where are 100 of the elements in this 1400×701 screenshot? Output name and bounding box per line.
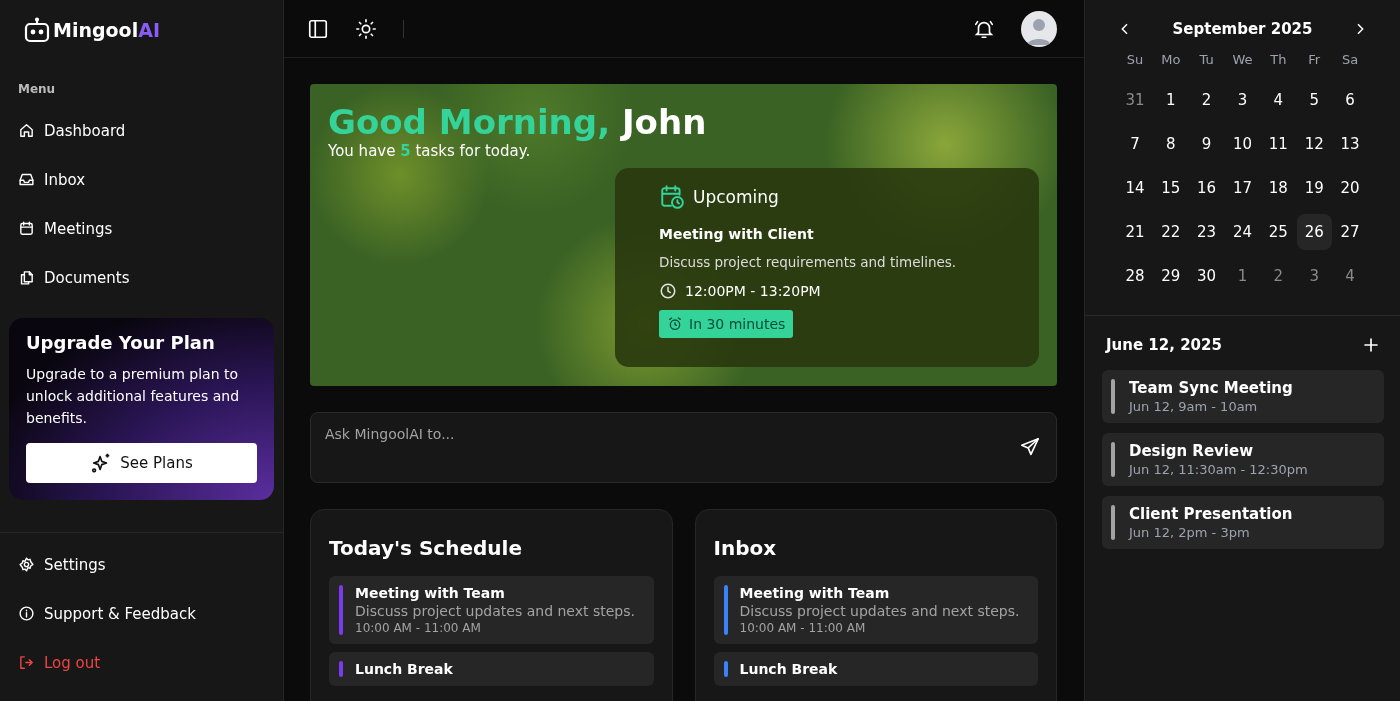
nav-item[interactable]: Documents	[0, 253, 283, 302]
ask-field[interactable]: Ask MingoolAI to...	[310, 412, 1057, 483]
event-time: Jun 12, 11:30am - 12:30pm	[1129, 462, 1308, 477]
panel-title: Today's Schedule	[329, 536, 523, 560]
event-card[interactable]: Meeting with Team Discuss project updates and next steps. 10:00 AM - 11:00 AM	[713, 576, 1038, 644]
meeting-time: 12:00PM - 13:20PM	[685, 283, 821, 299]
calendar-day[interactable]: 4	[1260, 82, 1296, 118]
info-icon	[18, 605, 35, 622]
agenda-date: June 12, 2025	[1106, 336, 1222, 354]
event-time: Jun 12, 9am - 10am	[1129, 399, 1259, 414]
home-icon	[18, 122, 35, 139]
event-title: Client Presentation	[1129, 505, 1293, 523]
panel-title: Inbox	[713, 536, 778, 560]
add-icon[interactable]	[1362, 336, 1380, 354]
upcoming-heading: Upcoming	[693, 187, 779, 207]
logout-icon	[18, 654, 35, 671]
calendar-day[interactable]: 3	[1225, 82, 1260, 118]
calendar-clock-icon	[659, 184, 685, 210]
calendar-day[interactable]: 4	[1332, 258, 1368, 294]
event-description: Discuss project updates and next steps.	[739, 603, 1020, 619]
calendar-day[interactable]: 20	[1332, 170, 1368, 206]
calendar-day[interactable]: 2	[1260, 258, 1296, 294]
menu-label: Menu	[17, 81, 57, 98]
calendar-day[interactable]: 9	[1189, 126, 1225, 162]
nav-item[interactable]: Settings	[0, 540, 283, 589]
calendar-day[interactable]: 16	[1189, 170, 1225, 206]
calendar-day[interactable]: 8	[1153, 126, 1189, 162]
calendar-day[interactable]: 12	[1296, 126, 1332, 162]
agenda-event[interactable]: Client Presentation Jun 12, 2pm - 3pm	[1102, 496, 1384, 549]
send-icon[interactable]	[1019, 436, 1041, 458]
event-time: 10:00 AM - 11:00 AM	[739, 621, 867, 635]
calendar-day[interactable]: 10	[1225, 126, 1260, 162]
calendar-day[interactable]: 29	[1153, 258, 1189, 294]
avatar[interactable]	[1021, 10, 1057, 47]
see-plans-button[interactable]: See Plans	[26, 443, 257, 483]
sun-icon[interactable]	[355, 17, 377, 40]
calendar-day[interactable]: 2	[1189, 82, 1225, 118]
calendar-day[interactable]: 1	[1153, 82, 1189, 118]
weekday-label: Th	[1270, 52, 1287, 69]
event-card[interactable]: Lunch Break	[713, 652, 1038, 686]
tasks-summary: You have 5 tasks for today.	[328, 142, 532, 160]
calendar-day[interactable]: 14	[1117, 170, 1153, 206]
logo-text: MingoolAI	[53, 19, 160, 41]
event-time: 10:00 AM - 11:00 AM	[355, 621, 482, 635]
event-time: Jun 12, 2pm - 3pm	[1129, 525, 1251, 540]
calendar-day[interactable]: 30	[1189, 258, 1225, 294]
settings-icon	[18, 556, 35, 573]
event-card[interactable]: Lunch Break	[329, 652, 654, 686]
event-card[interactable]: Meeting with Team Discuss project updates and next steps. 10:00 AM - 11:00 AM	[329, 576, 654, 644]
event-title: Meeting with Team	[739, 585, 891, 601]
nav-item[interactable]: Support & Feedback	[0, 589, 283, 638]
calendar-day[interactable]: 19	[1296, 170, 1332, 206]
weekday-label: Sa	[1341, 52, 1359, 69]
calendar-day[interactable]: 13	[1332, 126, 1368, 162]
nav-item[interactable]: Dashboard	[0, 106, 283, 155]
clock-icon	[659, 282, 677, 300]
robot-icon	[24, 17, 50, 43]
countdown-badge: In 30 minutes	[659, 310, 794, 338]
logout-link[interactable]: Log out	[0, 638, 283, 687]
alarm-clock-icon	[667, 316, 683, 332]
calendar-day[interactable]: 7	[1117, 126, 1153, 162]
weekday-label: We	[1232, 52, 1253, 69]
nav-item[interactable]: Meetings	[0, 204, 283, 253]
calendar-day[interactable]: 31	[1117, 82, 1153, 118]
calendar-day[interactable]: 3	[1296, 258, 1332, 294]
upgrade-title: Upgrade Your Plan	[26, 332, 216, 353]
event-title: Meeting with Team	[355, 585, 506, 601]
calendar-day[interactable]: 26	[1296, 214, 1332, 250]
calendar-day[interactable]: 1	[1225, 258, 1260, 294]
calendar-day[interactable]: 15	[1153, 170, 1189, 206]
calendar-icon	[18, 220, 35, 237]
month-title: September 2025	[1172, 20, 1313, 38]
sidebar-toggle-icon[interactable]	[307, 17, 329, 40]
weekday-label: Tu	[1199, 52, 1214, 69]
calendar-day[interactable]: 17	[1225, 170, 1260, 206]
calendar-day[interactable]: 18	[1260, 170, 1296, 206]
agenda-event[interactable]: Design Review Jun 12, 11:30am - 12:30pm	[1102, 433, 1384, 486]
calendar-day[interactable]: 23	[1189, 214, 1225, 250]
calendar-day[interactable]: 25	[1260, 214, 1296, 250]
calendar-day[interactable]: 6	[1332, 82, 1368, 118]
calendar-day[interactable]: 28	[1117, 258, 1153, 294]
calendar-day[interactable]: 27	[1332, 214, 1368, 250]
calendar-day[interactable]: 24	[1225, 214, 1260, 250]
upgrade-text: Upgrade to a premium plan to unlock additional features and benefits.	[26, 365, 241, 428]
inbox-icon	[18, 171, 35, 188]
event-description: Discuss project updates and next steps.	[355, 603, 635, 619]
event-title: Team Sync Meeting	[1129, 379, 1293, 397]
agenda-event[interactable]: Team Sync Meeting Jun 12, 9am - 10am	[1102, 370, 1384, 423]
weekday-label: Mo	[1161, 52, 1181, 69]
nav-item[interactable]: Inbox	[0, 155, 283, 204]
calendar-day[interactable]: 11	[1260, 126, 1296, 162]
event-title: Design Review	[1129, 442, 1254, 460]
calendar-day[interactable]: 5	[1296, 82, 1332, 118]
calendar-day[interactable]: 22	[1153, 214, 1189, 250]
event-title: Lunch Break	[739, 661, 838, 677]
calendar-day[interactable]: 21	[1117, 214, 1153, 250]
documents-icon	[18, 269, 35, 286]
meeting-title: Meeting with Client	[659, 226, 815, 242]
weekday-label: Su	[1126, 52, 1144, 69]
event-title: Lunch Break	[355, 661, 453, 677]
